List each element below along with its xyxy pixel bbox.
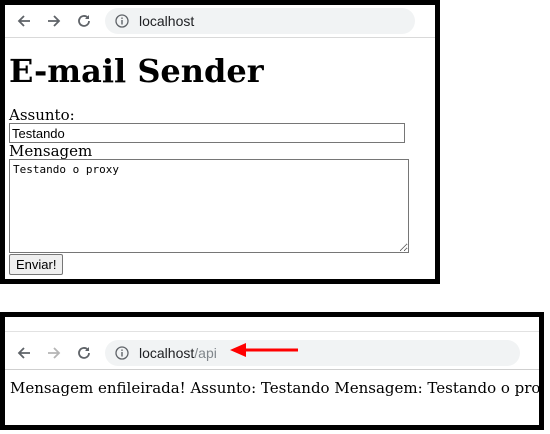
tab-strip-divider (5, 331, 539, 332)
api-response-text: Mensagem enfileirada! Assunto: Testando … (10, 379, 544, 397)
message-label: Mensagem (9, 142, 93, 160)
red-arrow-icon (230, 343, 298, 357)
browser-toolbar: localhost (5, 5, 435, 38)
message-textarea[interactable]: Testando o proxy (9, 159, 409, 253)
forward-arrow-icon (48, 347, 61, 359)
address-host: localhost (139, 13, 195, 29)
address-bar[interactable]: localhost/api (105, 340, 520, 366)
browser-window-form: localhost E-mail Sender Assunto: Mensage… (0, 0, 440, 284)
send-button[interactable]: Enviar! (9, 254, 64, 275)
address-bar[interactable]: localhost (105, 8, 415, 34)
subject-label: Assunto: (9, 106, 75, 124)
forward-button[interactable] (39, 6, 69, 36)
info-icon[interactable] (115, 346, 129, 360)
back-button[interactable] (9, 6, 39, 36)
subject-input[interactable] (9, 123, 405, 143)
back-arrow-icon (17, 15, 30, 27)
reload-icon (78, 347, 90, 359)
browser-window-result: localhost/api Mensagem enfileirada! Assu… (0, 312, 544, 430)
back-arrow-icon (17, 347, 30, 359)
reload-button[interactable] (69, 338, 99, 368)
info-icon[interactable] (115, 14, 129, 28)
reload-icon (78, 15, 90, 27)
forward-button[interactable] (39, 338, 69, 368)
address-host: localhost (139, 345, 195, 361)
forward-arrow-icon (48, 15, 61, 27)
address-path: /api (194, 345, 217, 361)
page-content: E-mail Sender Assunto: Mensagem Testando… (9, 43, 431, 275)
back-button[interactable] (9, 338, 39, 368)
reload-button[interactable] (69, 6, 99, 36)
page-title: E-mail Sender (9, 52, 264, 90)
